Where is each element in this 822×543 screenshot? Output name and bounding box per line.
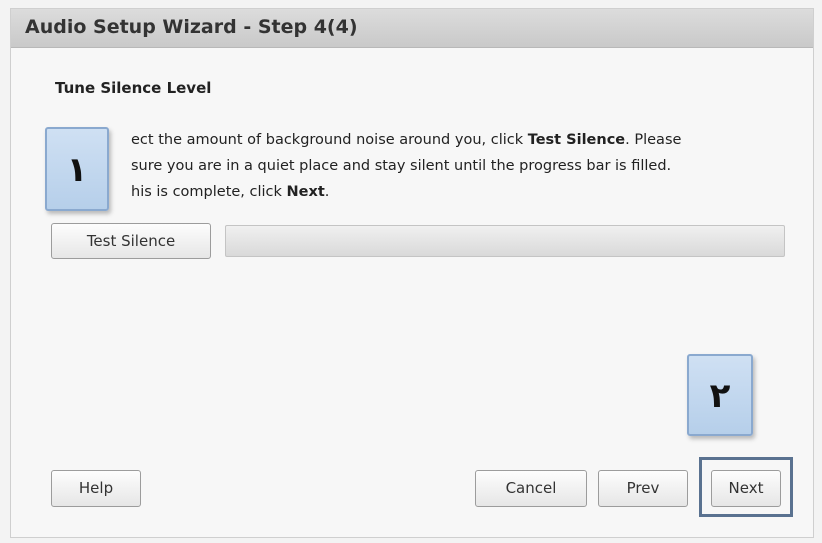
cancel-button[interactable]: Cancel: [475, 470, 587, 507]
instructions-line-2: sure you are in a quiet place and stay s…: [131, 158, 672, 174]
instructions-line-1: ect the amount of background noise aroun…: [131, 132, 682, 148]
instructions-line-3: his is complete, click Next.: [131, 184, 330, 200]
instructions-text: ect the amount of background noise aroun…: [55, 127, 775, 205]
silence-progress-bar: [225, 225, 785, 257]
audio-setup-wizard-dialog: Audio Setup Wizard - Step 4(4) Tune Sile…: [10, 8, 814, 538]
help-button[interactable]: Help: [51, 470, 141, 507]
title-bar[interactable]: Audio Setup Wizard - Step 4(4): [11, 9, 813, 48]
step-badge-1: ١: [45, 127, 109, 211]
prev-button[interactable]: Prev: [598, 470, 688, 507]
test-silence-button[interactable]: Test Silence: [51, 223, 211, 259]
section-title: Tune Silence Level: [55, 79, 212, 97]
window-title: Audio Setup Wizard - Step 4(4): [25, 16, 358, 38]
next-button[interactable]: Next: [711, 470, 781, 507]
step-badge-2: ٢: [687, 354, 753, 436]
